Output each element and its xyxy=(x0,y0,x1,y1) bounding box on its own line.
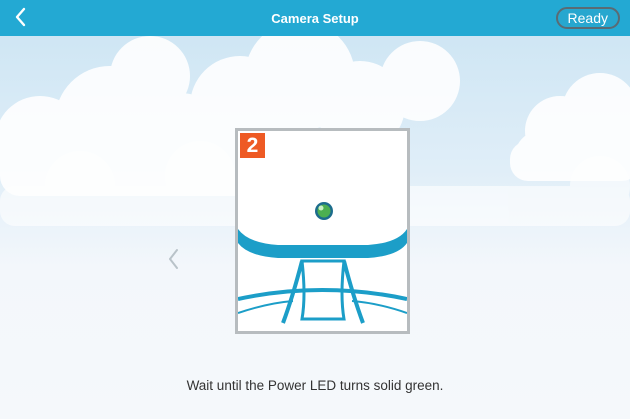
power-led-icon xyxy=(315,202,333,220)
instruction-text: Wait until the Power LED turns solid gre… xyxy=(186,378,444,393)
ready-button[interactable]: Ready xyxy=(555,7,620,29)
step-number-badge: 2 xyxy=(240,133,265,158)
step-illustration-card: 2 xyxy=(235,128,410,334)
camera-illustration xyxy=(238,202,407,324)
previous-step-button[interactable] xyxy=(162,246,186,272)
chevron-left-icon xyxy=(169,249,178,269)
back-button[interactable] xyxy=(6,2,36,32)
chevron-left-icon xyxy=(15,7,26,27)
page-title: Camera Setup xyxy=(271,10,359,26)
top-bar: Camera Setup Ready xyxy=(0,0,630,36)
